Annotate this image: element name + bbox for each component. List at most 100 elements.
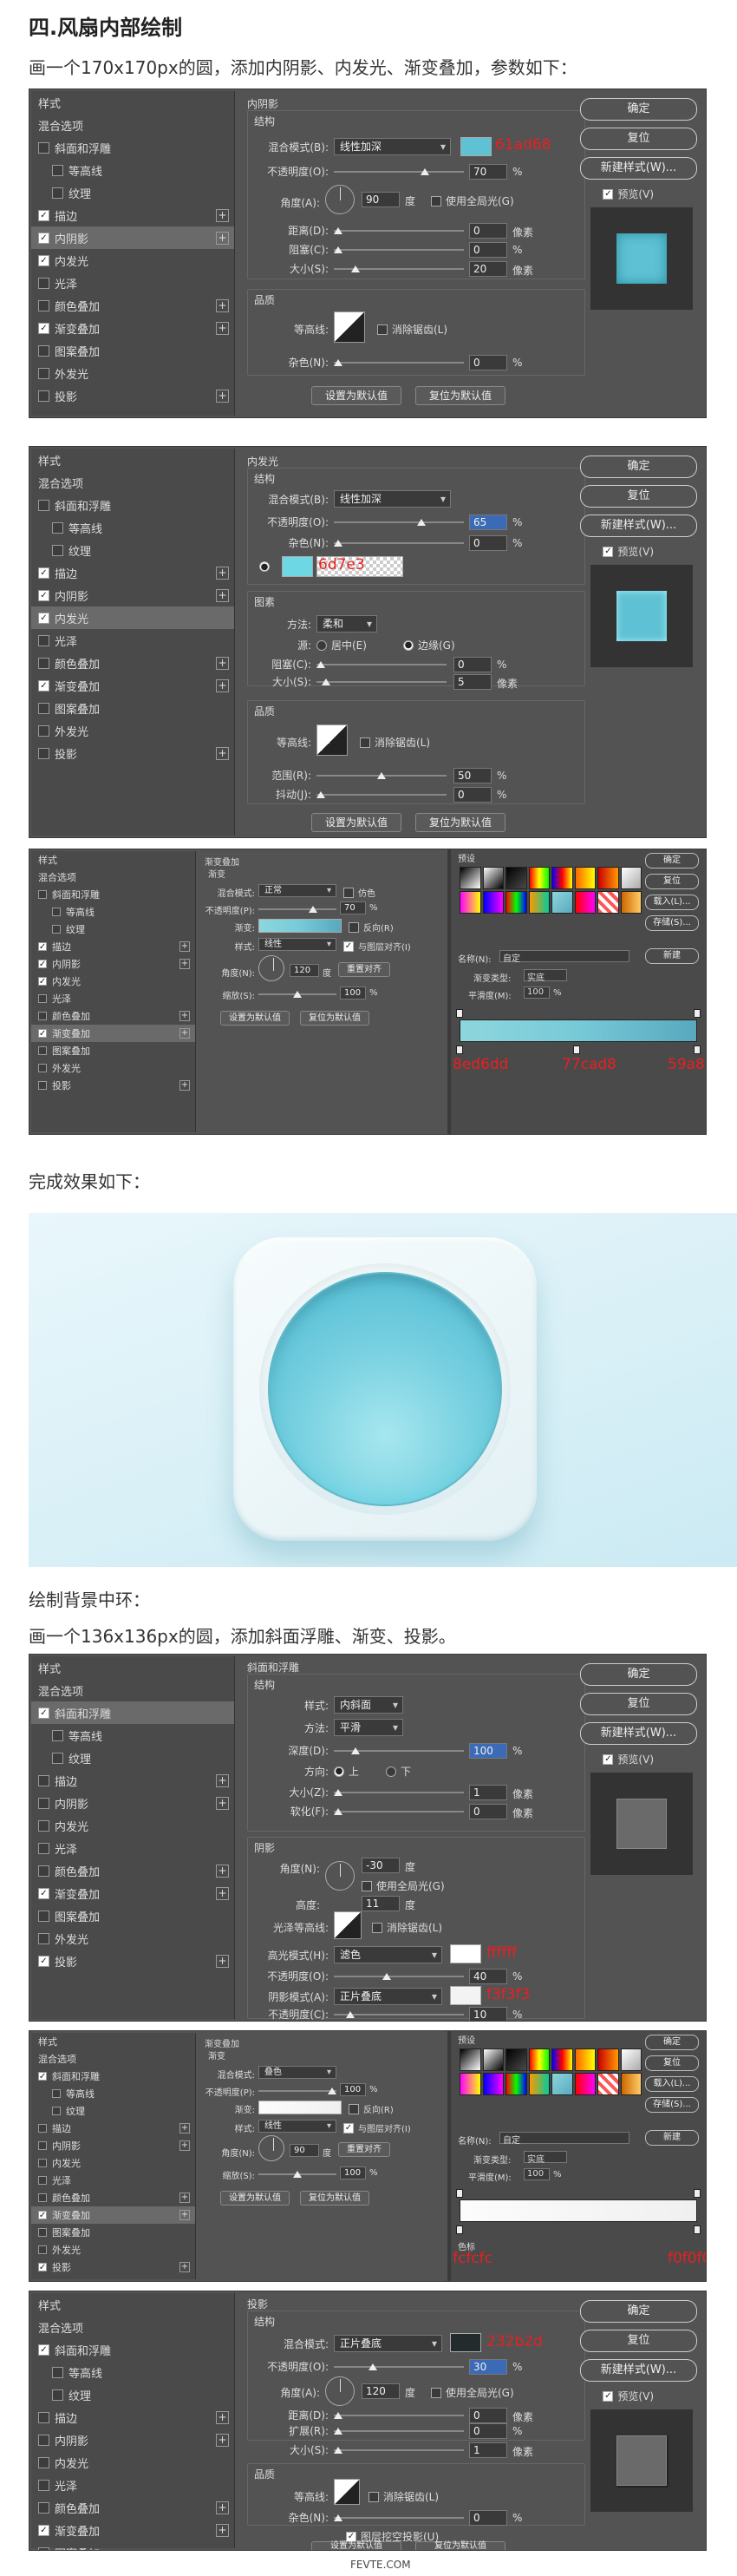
opacity-input[interactable]: 65 <box>469 515 507 530</box>
style-item-checkbox[interactable]: ✓ <box>38 2343 49 2356</box>
preset-swatch[interactable] <box>460 867 481 889</box>
altitude-input[interactable]: 11 <box>362 1896 400 1911</box>
reset-align-button[interactable]: 重置对齐 <box>338 962 390 977</box>
angle-input[interactable]: 90 <box>362 192 400 207</box>
soften-input[interactable]: 0 <box>469 1804 507 1819</box>
noise-input[interactable]: 0 <box>469 2510 507 2526</box>
style-item-checkbox[interactable] <box>52 2107 61 2115</box>
shadow-color-swatch[interactable] <box>450 1986 481 2005</box>
style-item-checkbox[interactable] <box>52 1752 63 1764</box>
style-item-8[interactable]: ✓ 渐变叠加 + <box>31 674 234 697</box>
style-item-checkbox[interactable]: ✓ <box>38 2263 47 2272</box>
style-item-checkbox[interactable] <box>38 2479 49 2491</box>
style-item-3[interactable]: ✓ 描边 + <box>31 938 195 955</box>
reset-default-button[interactable]: 复位为默认值 <box>415 2541 505 2550</box>
opacity-input[interactable]: 100 <box>340 2083 366 2096</box>
load-button[interactable]: 载入(L)... <box>645 2076 699 2092</box>
gradient-bar[interactable] <box>460 1019 697 1042</box>
style-item-11[interactable]: 投影 + <box>31 1077 195 1094</box>
angle-input[interactable]: -30 <box>362 1858 400 1873</box>
style-item-checkbox[interactable]: ✓ <box>38 612 49 624</box>
style-item-7[interactable]: 颜色叠加 + <box>31 1859 234 1882</box>
add-effect-icon[interactable]: + <box>216 389 229 403</box>
dither-checkbox[interactable]: 仿色 <box>343 886 375 899</box>
style-item-11[interactable]: ✓ 投影 + <box>31 1950 234 1972</box>
blend-mode-select[interactable]: 线性加深 <box>334 490 451 508</box>
choke-input[interactable]: 0 <box>469 242 507 258</box>
style-item-9[interactable]: 图案叠加 <box>31 697 234 719</box>
style-item-9[interactable]: 图案叠加 <box>31 1904 234 1927</box>
style-item-checkbox[interactable]: ✓ <box>38 2211 47 2220</box>
preview-checkbox[interactable]: ✓ 预览(V) <box>603 1752 654 1766</box>
style-item-2[interactable]: 纹理 <box>31 1747 234 1769</box>
jitter-slider[interactable] <box>316 791 447 798</box>
style-item-11[interactable]: ✓ 投影 + <box>31 2258 195 2276</box>
contour-picker[interactable] <box>334 2479 360 2505</box>
depth-slider[interactable] <box>334 1747 464 1754</box>
method-select[interactable]: 平滑 <box>334 1719 403 1736</box>
style-item-8[interactable]: ✓ 渐变叠加 + <box>31 2206 195 2224</box>
gradient-type-select[interactable]: 实底 <box>524 969 567 983</box>
gradient-bar[interactable] <box>460 2199 697 2222</box>
style-item-7[interactable]: 颜色叠加 + <box>31 294 234 317</box>
style-item-6[interactable]: 光泽 <box>31 1837 234 1859</box>
new-style-button[interactable]: 新建样式(W)... <box>580 515 697 537</box>
style-item-checkbox[interactable] <box>38 2411 49 2423</box>
smooth-input[interactable]: 100 <box>524 986 550 999</box>
preset-swatch[interactable] <box>620 2048 642 2071</box>
source-center-radio[interactable]: 居中(E) <box>316 638 367 652</box>
add-effect-icon[interactable]: + <box>179 1080 190 1091</box>
style-list-header[interactable]: 样式 <box>31 449 234 471</box>
style-item-checkbox[interactable] <box>38 1932 49 1944</box>
style-list-header[interactable]: 样式 <box>31 851 195 868</box>
style-item-2[interactable]: 纹理 <box>31 539 234 561</box>
preset-swatch[interactable] <box>482 891 504 914</box>
style-item-checkbox[interactable]: ✓ <box>38 209 49 221</box>
blend-options-item[interactable]: 混合选项 <box>31 1679 234 1701</box>
scale-input[interactable]: 100 <box>340 2166 366 2179</box>
distance-input[interactable]: 0 <box>469 2408 507 2423</box>
opacity-stop-left[interactable] <box>456 1009 463 1018</box>
style-item-checkbox[interactable]: ✓ <box>38 942 47 952</box>
shadow-opacity-input[interactable]: 10 <box>469 2007 507 2021</box>
style-item-9[interactable]: 图案叠加 <box>31 339 234 362</box>
glow-color-swatch[interactable] <box>282 556 313 577</box>
style-item-10[interactable]: 外发光 <box>31 362 234 384</box>
style-item-8[interactable]: ✓ 渐变叠加 + <box>31 1882 234 1904</box>
preset-swatch[interactable] <box>574 2073 596 2095</box>
style-item-4[interactable]: 内阴影 + <box>31 2429 234 2451</box>
style-item-checkbox[interactable] <box>38 2176 47 2185</box>
style-item-3[interactable]: 描边 + <box>31 2406 234 2429</box>
angle-input[interactable]: 120 <box>362 2383 400 2399</box>
style-item-4[interactable]: ✓ 内阴影 + <box>31 584 234 606</box>
size-input[interactable]: 20 <box>469 261 507 277</box>
reset-button[interactable]: 复位 <box>580 1693 697 1715</box>
size-slider[interactable] <box>334 1789 464 1796</box>
add-effect-icon[interactable]: + <box>216 1954 229 1968</box>
preset-swatch[interactable] <box>460 2048 481 2071</box>
opacity-slider[interactable] <box>334 168 464 175</box>
style-item-checkbox[interactable] <box>38 890 47 899</box>
style-item-checkbox[interactable] <box>38 724 49 737</box>
style-item-checkbox[interactable] <box>52 164 63 176</box>
style-item-checkbox[interactable] <box>38 344 49 357</box>
opacity-stop-right[interactable] <box>694 2189 701 2198</box>
style-item-checkbox[interactable]: ✓ <box>38 322 49 334</box>
color-stop-1[interactable] <box>456 2225 463 2234</box>
new-style-button[interactable]: 新建样式(W)... <box>580 1722 697 1745</box>
new-style-button[interactable]: 新建样式(W)... <box>580 2359 697 2382</box>
style-item-10[interactable]: 外发光 <box>31 1059 195 1077</box>
style-item-checkbox[interactable] <box>38 994 47 1003</box>
style-item-checkbox[interactable]: ✓ <box>38 679 49 692</box>
add-effect-icon[interactable]: + <box>216 656 229 670</box>
preset-swatch[interactable] <box>460 2073 481 2095</box>
style-item-2[interactable]: 纹理 <box>31 2102 195 2120</box>
style-item-5[interactable]: 内发光 <box>31 1814 234 1837</box>
style-item-1[interactable]: 等高线 <box>31 1724 234 1747</box>
preset-swatch[interactable] <box>597 891 619 914</box>
style-item-checkbox[interactable] <box>52 2389 63 2401</box>
add-effect-icon[interactable]: + <box>216 2501 229 2514</box>
style-item-checkbox[interactable] <box>38 2141 47 2150</box>
preview-checkbox[interactable]: ✓ 预览(V) <box>603 2389 654 2403</box>
opacity-slider[interactable] <box>334 519 464 526</box>
